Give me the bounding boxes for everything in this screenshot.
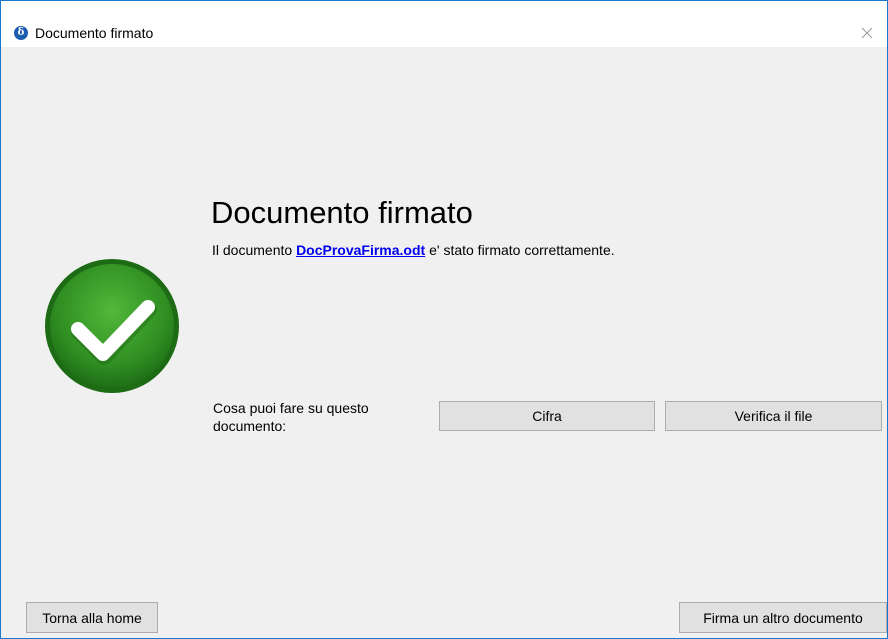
window-title: Documento firmato <box>35 25 154 41</box>
message-prefix: Il documento <box>212 242 297 258</box>
status-message: Il documento DocProvaFirma.odt e' stato … <box>212 241 615 259</box>
actions-label: Cosa puoi fare su questo documento: <box>213 400 369 434</box>
app-icon: δ <box>14 26 28 40</box>
back-to-home-button[interactable]: Torna alla home <box>26 602 158 633</box>
message-suffix: e' stato firmato correttamente. <box>425 242 615 258</box>
close-icon <box>861 27 873 39</box>
page-title: Documento firmato <box>211 195 473 230</box>
signed-document-window: δ Documento firmato Documento firmato Il… <box>0 0 888 639</box>
sign-another-document-button[interactable]: Firma un altro documento <box>679 602 887 633</box>
encrypt-button[interactable]: Cifra <box>439 401 655 431</box>
file-name-link[interactable]: DocProvaFirma.odt <box>296 242 425 258</box>
close-button[interactable] <box>847 19 887 47</box>
success-checkmark-icon <box>45 259 179 393</box>
verify-file-button[interactable]: Verifica il file <box>665 401 882 431</box>
title-bar: δ Documento firmato <box>1 1 887 47</box>
